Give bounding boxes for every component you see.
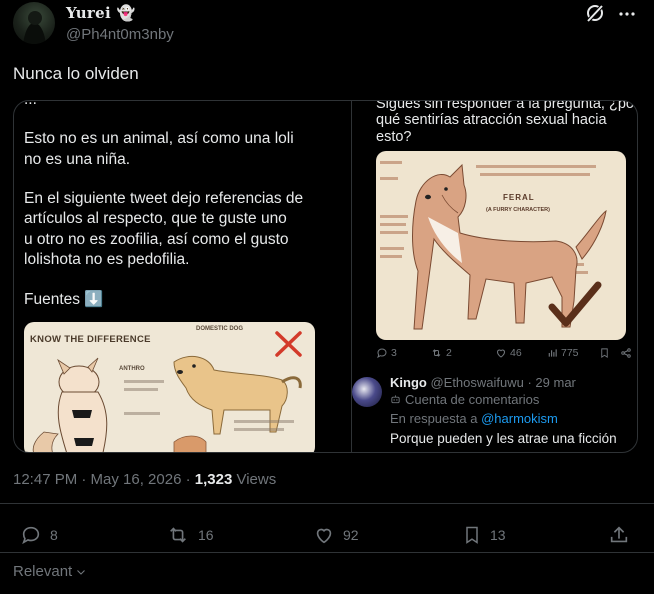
- feral-graphic: FERAL (A FURRY CHARACTER): [376, 151, 626, 340]
- avatar[interactable]: [13, 2, 55, 44]
- share-button[interactable]: [608, 524, 630, 546]
- right-question-line3: esto?: [376, 129, 412, 145]
- repost-icon: [432, 349, 441, 357]
- repost-button[interactable]: 16: [166, 524, 214, 546]
- left-para1-line1: Esto no es un animal, así como una loli: [24, 130, 294, 147]
- right-stat-replies-count: 3: [391, 347, 397, 359]
- right-stat-replies[interactable]: 3: [376, 347, 397, 359]
- tweet-timestamp[interactable]: 12:47 PM · May 16, 2026 · 1,323 Views: [13, 471, 276, 488]
- reply-account-type: Cuenta de comentarios: [390, 392, 539, 407]
- right-stat-reposts-count: 2: [446, 347, 452, 359]
- left-sources: Fuentes ⬇️: [24, 291, 104, 308]
- right-stat-views-count: 775: [561, 347, 579, 359]
- views-label: Views: [236, 471, 277, 488]
- bookmark-icon: [466, 526, 478, 544]
- right-bookmark[interactable]: [599, 347, 610, 359]
- views-icon: [548, 349, 557, 357]
- bookmark-count: 13: [490, 527, 506, 543]
- reply-in-reply-handle[interactable]: @harmokism: [481, 411, 558, 426]
- chevron-down-icon: [77, 569, 86, 575]
- views-count: 1,323: [194, 471, 233, 488]
- left-para2-line4: lolishota no es pedofilia.: [24, 251, 190, 268]
- reply-avatar[interactable]: [352, 377, 382, 407]
- comparison-illustration: [32, 331, 302, 452]
- tweet-media[interactable]: ... Esto no es un animal, así como una l…: [13, 100, 638, 453]
- tweet-text: Nunca lo olviden: [13, 64, 139, 83]
- heart-icon: [496, 349, 506, 358]
- reply-text: Porque pueden y les atrae una ficción: [390, 431, 617, 446]
- divider-top: [0, 503, 654, 504]
- feral-illustration: [380, 161, 607, 330]
- user-handle[interactable]: @Ph4nt0m3nby: [66, 26, 174, 43]
- tweet-time[interactable]: 12:47 PM · May 16, 2026 ·: [13, 471, 195, 488]
- heart-icon: [316, 528, 332, 544]
- display-name[interactable]: Yurei 👻: [66, 4, 135, 22]
- robot-icon: [391, 395, 400, 404]
- right-share[interactable]: [620, 347, 632, 359]
- reply-account-type-label: Cuenta de comentarios: [405, 392, 540, 407]
- media-screenshot-right[interactable]: Sigues sin responder a la pregunta, ¿por…: [352, 101, 637, 452]
- like-count: 92: [343, 527, 359, 543]
- divider-bottom: [0, 552, 654, 553]
- reply-handle[interactable]: @Ethoswaifuwu · 29 mar: [430, 375, 575, 390]
- like-button[interactable]: 92: [313, 524, 359, 546]
- reply-name[interactable]: Kingo: [390, 375, 427, 390]
- reply-in-reply-prefix: En respuesta a: [390, 411, 478, 426]
- share-icon: [610, 526, 628, 543]
- sort-label: Relevant: [13, 563, 73, 580]
- reply-button[interactable]: 8: [20, 524, 58, 546]
- right-stat-likes-count: 46: [510, 347, 522, 359]
- grok-icon[interactable]: [585, 3, 605, 23]
- right-stat-reposts[interactable]: 2: [430, 347, 452, 359]
- right-stat-likes[interactable]: 46: [495, 347, 522, 359]
- more-options-icon[interactable]: [617, 4, 637, 24]
- right-question-line2: qué sentirías atracción sexual hacia: [376, 112, 607, 128]
- left-para1-line2: no es una niña.: [24, 151, 131, 168]
- media-screenshot-left[interactable]: ... Esto no es un animal, así como una l…: [14, 101, 350, 452]
- reply-header: Kingo @Ethoswaifuwu · 29 mar: [390, 375, 576, 390]
- left-para2-line1: En el siguiente tweet dejo referencias d…: [24, 190, 304, 207]
- reply-icon: [22, 526, 40, 545]
- reply-icon: [377, 348, 387, 359]
- share-icon: [621, 348, 631, 358]
- sort-dropdown[interactable]: Relevant: [13, 563, 87, 580]
- repost-icon: [170, 527, 186, 543]
- bookmark-button[interactable]: 13: [462, 524, 506, 546]
- bookmark-icon: [601, 348, 608, 358]
- right-stat-views[interactable]: 775: [547, 347, 579, 359]
- comparison-graphic: KNOW THE DIFFERENCE DOMESTIC DOG ANTHRO: [24, 322, 315, 452]
- reply-count: 8: [50, 527, 58, 543]
- cut-off-line: ...: [24, 101, 37, 110]
- left-para2-line2: artículos al respecto, que te guste uno: [24, 210, 287, 227]
- left-para2-line3: u otro no es zoofilia, así como el gusto: [24, 231, 289, 248]
- repost-count: 16: [198, 527, 214, 543]
- reply-in-reply-to: En respuesta a @harmokism: [390, 411, 558, 426]
